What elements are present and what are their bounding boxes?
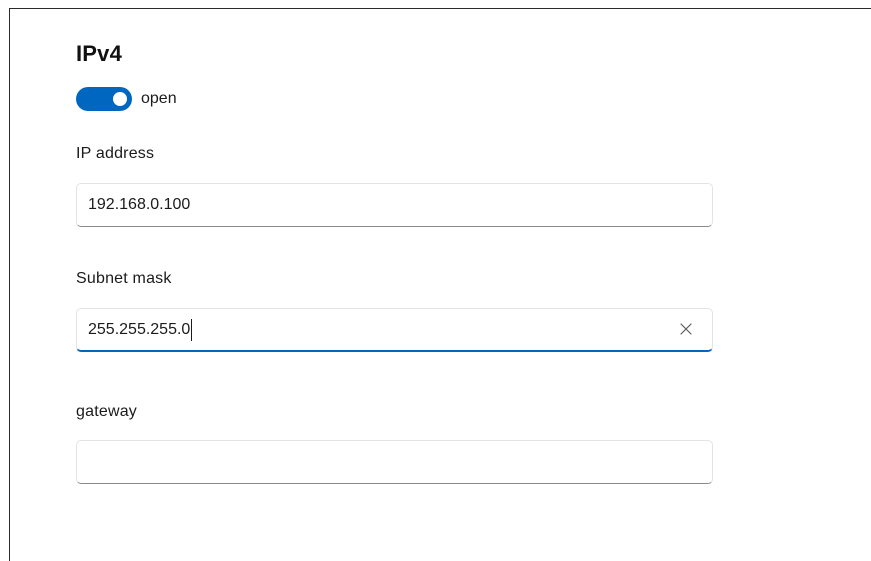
toggle-knob — [113, 92, 127, 106]
toggle-label: open — [141, 90, 177, 107]
subnet-mask-value: 255.255.255.0 — [88, 320, 191, 338]
close-icon[interactable] — [678, 321, 694, 337]
ip-address-value: 192.168.0.100 — [88, 196, 191, 213]
ipv4-toggle-row: open — [76, 87, 177, 111]
ipv4-toggle-switch[interactable] — [76, 87, 132, 111]
gateway-input[interactable] — [76, 440, 713, 484]
text-caret — [191, 318, 193, 341]
ip-address-input[interactable]: 192.168.0.100 — [76, 183, 713, 227]
ip-address-label: IP address — [76, 145, 155, 162]
gateway-label: gateway — [76, 403, 137, 420]
section-title: IPv4 — [76, 41, 123, 66]
settings-panel: IPv4 open IP address 192.168.0.100 Subne… — [9, 8, 871, 561]
subnet-mask-label: Subnet mask — [76, 270, 172, 287]
subnet-mask-input[interactable]: 255.255.255.0 — [76, 308, 713, 352]
